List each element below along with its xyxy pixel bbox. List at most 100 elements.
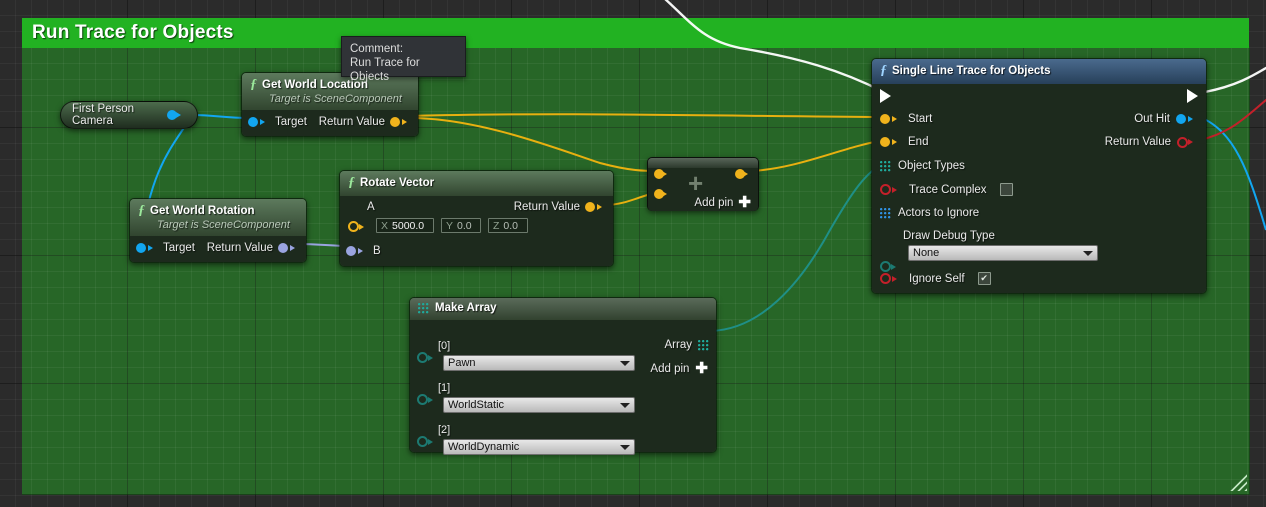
ignore-self-checkbox[interactable]: ✔ bbox=[977, 272, 991, 285]
exec-output-pin[interactable] bbox=[1187, 89, 1198, 103]
node-rotate-vector-header: ƒ Rotate Vector bbox=[340, 171, 613, 196]
add-input-a-arrow-icon bbox=[662, 171, 672, 177]
array-output-label: Array bbox=[664, 339, 692, 351]
add-input-b-arrow-icon bbox=[662, 191, 672, 197]
actors-to-ignore-grid-icon[interactable] bbox=[880, 207, 891, 219]
exec-input-pin[interactable] bbox=[880, 89, 891, 103]
target-input-pin[interactable] bbox=[248, 117, 258, 127]
array-entry-2-pin[interactable] bbox=[417, 436, 428, 447]
input-a-pin[interactable] bbox=[348, 221, 359, 232]
return-value-arrow-icon bbox=[597, 204, 607, 210]
object-types-label: Object Types bbox=[898, 160, 965, 172]
chevron-down-icon bbox=[1083, 250, 1093, 256]
return-value-label: Return Value bbox=[206, 242, 273, 254]
draw-debug-type-label: Draw Debug Type bbox=[903, 230, 995, 242]
array-entry-2-dropdown[interactable]: WorldDynamic bbox=[443, 439, 635, 455]
vector-x-value: 5000.0 bbox=[392, 219, 425, 232]
array-entry-1-pin[interactable] bbox=[417, 394, 428, 405]
node-title: Make Array bbox=[435, 302, 497, 314]
input-b-label: B bbox=[373, 245, 381, 257]
node-add-vector[interactable]: + Add pin ✚ bbox=[647, 157, 759, 211]
input-b-arrow-icon bbox=[358, 248, 368, 254]
comment-title[interactable]: Run Trace for Objects bbox=[22, 18, 1249, 48]
vector-z-field[interactable]: Z 0.0 bbox=[488, 218, 528, 233]
array-entry-2-arrow-icon bbox=[428, 438, 438, 445]
draw-debug-type-arrow-icon bbox=[891, 263, 901, 270]
end-input-pin[interactable] bbox=[880, 137, 890, 147]
return-value-output-pin[interactable] bbox=[390, 117, 400, 127]
return-value-label: Return Value bbox=[318, 116, 385, 128]
function-icon: ƒ bbox=[348, 175, 355, 190]
add-pin-label[interactable]: Add pin bbox=[694, 197, 733, 209]
node-trace-header: ƒ Single Line Trace for Objects bbox=[872, 59, 1206, 84]
comment-resize-handle[interactable] bbox=[1229, 473, 1247, 491]
node-subtitle: Target is SceneComponent bbox=[157, 219, 290, 231]
node-get-world-rotation-header: ƒ Get World Rotation Target is SceneComp… bbox=[130, 199, 306, 236]
node-title: Single Line Trace for Objects bbox=[892, 65, 1051, 77]
end-input-arrow-icon bbox=[892, 139, 902, 145]
trace-complex-arrow-icon bbox=[892, 186, 902, 193]
blueprint-graph-canvas[interactable]: Run Trace for Objects First Person Camer… bbox=[0, 0, 1266, 507]
chevron-down-icon bbox=[620, 444, 630, 450]
draw-debug-type-dropdown[interactable]: None bbox=[908, 245, 1098, 261]
vector-y-axis-label: Y bbox=[446, 219, 454, 232]
array-grid-icon bbox=[418, 303, 429, 314]
return-value-output-pin[interactable] bbox=[278, 243, 288, 253]
draw-debug-type-value: None bbox=[913, 247, 940, 259]
make-array-add-pin-label[interactable]: Add pin bbox=[650, 363, 689, 375]
out-hit-output-pin[interactable] bbox=[1176, 114, 1186, 124]
chevron-down-icon bbox=[620, 402, 630, 408]
trace-complex-pin[interactable] bbox=[880, 184, 891, 195]
ignore-self-arrow-icon bbox=[892, 275, 902, 282]
add-output-arrow-icon bbox=[743, 171, 753, 177]
trace-return-value-pin[interactable] bbox=[1177, 136, 1188, 148]
array-entry-1-arrow-icon bbox=[428, 396, 438, 403]
array-entry-0-value: Pawn bbox=[448, 357, 476, 369]
start-input-arrow-icon bbox=[892, 116, 902, 122]
chevron-down-icon bbox=[620, 360, 630, 366]
comment-tooltip: Comment: Run Trace for Objects bbox=[341, 36, 466, 83]
object-types-grid-icon[interactable] bbox=[880, 160, 891, 172]
array-output-grid-icon[interactable] bbox=[698, 339, 709, 351]
target-input-label: Target bbox=[275, 116, 307, 128]
vector-z-axis-label: Z bbox=[493, 219, 500, 232]
vector-y-field[interactable]: Y 0.0 bbox=[441, 218, 481, 233]
node-get-world-rotation[interactable]: ƒ Get World Rotation Target is SceneComp… bbox=[129, 198, 307, 263]
ignore-self-pin[interactable] bbox=[880, 273, 891, 284]
actors-to-ignore-label: Actors to Ignore bbox=[898, 207, 980, 219]
start-input-pin[interactable] bbox=[880, 114, 890, 124]
array-entry-0-dropdown[interactable]: Pawn bbox=[443, 355, 635, 371]
input-b-pin[interactable] bbox=[346, 246, 356, 256]
array-entry-0-arrow-icon bbox=[428, 354, 438, 361]
node-rotate-vector[interactable]: ƒ Rotate Vector A X 5000.0 Y 0.0 Z 0.0 B… bbox=[339, 170, 614, 267]
node-first-person-camera[interactable]: First Person Camera bbox=[60, 101, 198, 129]
vector-x-axis-label: X bbox=[381, 219, 389, 232]
node-single-line-trace-for-objects[interactable]: ƒ Single Line Trace for Objects Start En… bbox=[871, 58, 1207, 294]
target-input-pin[interactable] bbox=[136, 243, 146, 253]
draw-debug-type-pin[interactable] bbox=[880, 261, 891, 272]
return-value-output-pin[interactable] bbox=[585, 202, 595, 212]
tooltip-label: Comment: bbox=[350, 43, 404, 55]
make-array-add-pin-plus-icon[interactable]: ✚ bbox=[695, 361, 708, 376]
array-entry-2-value: WorldDynamic bbox=[448, 441, 520, 453]
node-add-header bbox=[648, 158, 758, 168]
node-title: Get World Rotation bbox=[150, 205, 255, 217]
add-pin-plus-icon[interactable]: ✚ bbox=[738, 195, 751, 210]
camera-output-arrow-icon bbox=[176, 112, 186, 118]
input-a-label: A bbox=[367, 201, 375, 213]
target-input-label: Target bbox=[163, 242, 195, 254]
trace-complex-label: Trace Complex bbox=[909, 183, 987, 196]
node-get-world-location-body: Target Return Value bbox=[242, 110, 418, 136]
node-add-body: + Add pin ✚ bbox=[648, 168, 758, 211]
array-entry-0-pin[interactable] bbox=[417, 352, 428, 363]
node-make-array-body: [0] Pawn [1] WorldStatic [2] WorldDynami… bbox=[410, 320, 716, 455]
trace-complex-checkbox[interactable] bbox=[999, 183, 1013, 196]
out-hit-arrow-icon bbox=[1188, 116, 1198, 122]
node-make-array[interactable]: Make Array [0] Pawn [1] WorldStatic [2] … bbox=[409, 297, 717, 455]
plus-operator-icon: + bbox=[688, 168, 704, 198]
node-make-array-header: Make Array bbox=[410, 298, 716, 320]
vector-x-field[interactable]: X 5000.0 bbox=[376, 218, 434, 233]
target-input-arrow-icon bbox=[148, 245, 158, 251]
array-entry-1-dropdown[interactable]: WorldStatic bbox=[443, 397, 635, 413]
node-camera-label: First Person Camera bbox=[72, 103, 134, 127]
